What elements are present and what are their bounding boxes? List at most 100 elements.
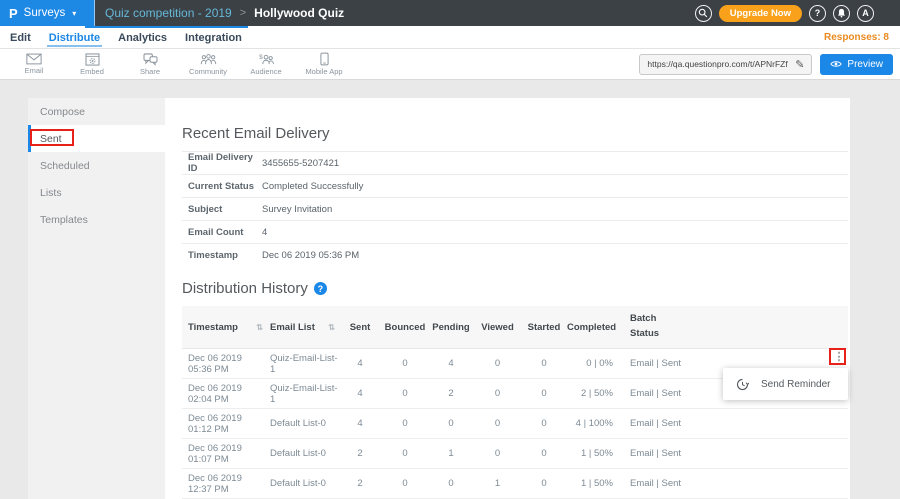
distribute-sidebar: Compose Sent Scheduled Lists Templates xyxy=(28,98,165,499)
channel-email-button[interactable]: Email xyxy=(5,52,63,76)
cell-pending: 1 xyxy=(428,448,474,459)
cell-pending: 0 xyxy=(428,478,474,489)
cell-bounced: 0 xyxy=(382,478,428,489)
cell-viewed: 0 xyxy=(474,448,521,459)
tab-edit[interactable]: Edit xyxy=(8,28,33,47)
preview-button[interactable]: Preview xyxy=(820,54,893,75)
cell-sent: 2 xyxy=(338,448,382,459)
survey-url-box: ✎ xyxy=(639,54,812,75)
recent-delivery-title: Recent Email Delivery xyxy=(182,98,850,142)
row-actions-popup[interactable]: Send Reminder xyxy=(723,368,848,400)
info-value: Completed Successfully xyxy=(262,181,363,192)
tab-analytics[interactable]: Analytics xyxy=(116,28,169,47)
product-label: Surveys xyxy=(24,7,66,19)
cell-sent: 4 xyxy=(338,388,382,399)
channel-embed-button[interactable]: Embed xyxy=(63,52,121,76)
product-switcher[interactable]: P Surveys ▾ xyxy=(0,0,95,26)
sort-icon[interactable]: ⇅ xyxy=(256,323,266,332)
column-header-viewed: Viewed xyxy=(474,322,521,333)
survey-url-input[interactable] xyxy=(640,59,792,69)
tab-distribute[interactable]: Distribute xyxy=(47,28,102,47)
info-label: Subject xyxy=(182,204,262,215)
cell-completed: 0 | 0% xyxy=(567,358,625,369)
notifications-button[interactable] xyxy=(833,5,850,22)
table-row: Dec 06 2019 12:37 PM Default List-0 2 0 … xyxy=(182,469,848,499)
info-label: Timestamp xyxy=(182,250,262,261)
cell-viewed: 1 xyxy=(474,478,521,489)
cell-email-list: Default List-0 xyxy=(266,448,338,459)
cell-completed: 2 | 50% xyxy=(567,388,625,399)
cell-batch-status: Email | Sent xyxy=(625,478,820,489)
edit-url-icon[interactable]: ✎ xyxy=(792,58,811,71)
column-header-started: Started xyxy=(521,322,567,333)
recent-delivery-table: Email Delivery ID 3455655-5207421 Curren… xyxy=(182,151,848,266)
row-actions-menu-icon[interactable]: ⋮ xyxy=(832,350,846,365)
cell-timestamp: Dec 06 2019 01:07 PM xyxy=(182,443,266,465)
help-icon[interactable]: ? xyxy=(314,282,327,295)
info-row: Email Count 4 xyxy=(182,220,848,243)
sidebar-item-compose[interactable]: Compose xyxy=(28,98,165,125)
cell-pending: 0 xyxy=(428,418,474,429)
channel-label: Mobile App xyxy=(305,67,342,76)
sidebar-item-scheduled[interactable]: Scheduled xyxy=(28,152,165,179)
cell-email-list: Quiz-Email-List-1 xyxy=(266,383,338,405)
cell-sent: 4 xyxy=(338,358,382,369)
email-icon xyxy=(26,53,42,65)
nav-tabs: Edit Distribute Analytics Integration xyxy=(0,28,244,47)
cell-timestamp: Dec 06 2019 12:37 PM xyxy=(182,473,266,495)
mobile-app-icon xyxy=(320,52,329,66)
cell-started: 0 xyxy=(521,388,567,399)
info-value: Dec 06 2019 05:36 PM xyxy=(262,250,359,261)
toolbar-right: ✎ Preview xyxy=(639,54,893,75)
cell-pending: 2 xyxy=(428,388,474,399)
info-value: 4 xyxy=(262,227,267,238)
survey-nav: Edit Distribute Analytics Integration Re… xyxy=(0,26,900,49)
cell-completed: 4 | 100% xyxy=(567,418,625,429)
responses-count-link[interactable]: Responses: 8 xyxy=(824,32,889,43)
tab-integration[interactable]: Integration xyxy=(183,28,244,47)
sidebar-item-templates[interactable]: Templates xyxy=(28,206,165,233)
chevron-down-icon: ▾ xyxy=(72,9,76,18)
topbar-actions: Upgrade Now ? A xyxy=(695,5,874,22)
info-value: Survey Invitation xyxy=(262,204,332,215)
preview-label: Preview xyxy=(847,59,883,70)
breadcrumb: Quiz competition - 2019 > Hollywood Quiz xyxy=(105,6,344,20)
cell-bounced: 0 xyxy=(382,418,428,429)
sidebar-item-lists[interactable]: Lists xyxy=(28,179,165,206)
channel-mobile-app-button[interactable]: Mobile App xyxy=(295,52,353,76)
column-header-completed: Completed xyxy=(567,322,625,333)
info-row: Subject Survey Invitation xyxy=(182,197,848,220)
channel-label: Email xyxy=(25,66,44,75)
cell-bounced: 0 xyxy=(382,448,428,459)
distribution-history-table: Timestamp ⇅ Email List ⇅ Sent Bounced Pe… xyxy=(182,306,848,499)
cell-email-list: Quiz-Email-List-1 xyxy=(266,353,338,375)
account-avatar[interactable]: A xyxy=(857,5,874,22)
column-header-sent: Sent xyxy=(338,322,382,333)
bell-icon xyxy=(837,8,846,18)
main-content: Recent Email Delivery Email Delivery ID … xyxy=(165,98,850,499)
search-button[interactable] xyxy=(695,5,712,22)
channel-label: Share xyxy=(140,67,160,76)
channel-community-button[interactable]: Community xyxy=(179,52,237,76)
column-header-timestamp[interactable]: Timestamp ⇅ xyxy=(182,322,266,333)
breadcrumb-folder[interactable]: Quiz competition - 2019 xyxy=(105,6,232,20)
channel-audience-button[interactable]: $ Audience xyxy=(237,52,295,76)
channel-buttons: Email Embed Share xyxy=(0,52,353,76)
sidebar-item-sent[interactable]: Sent xyxy=(28,125,165,152)
upgrade-now-button[interactable]: Upgrade Now xyxy=(719,5,802,22)
cell-started: 0 xyxy=(521,478,567,489)
cell-batch-status: Email | Sent xyxy=(625,418,820,429)
column-header-email-list[interactable]: Email List ⇅ xyxy=(266,322,338,333)
cell-timestamp: Dec 06 2019 02:04 PM xyxy=(182,383,266,405)
channel-share-button[interactable]: Share xyxy=(121,52,179,76)
channel-label: Audience xyxy=(250,67,281,76)
cell-email-list: Default List-0 xyxy=(266,478,338,489)
help-button[interactable]: ? xyxy=(809,5,826,22)
info-label: Email Count xyxy=(182,227,262,238)
channel-label: Community xyxy=(189,67,227,76)
cell-sent: 4 xyxy=(338,418,382,429)
breadcrumb-survey-name: Hollywood Quiz xyxy=(254,6,344,20)
sort-icon[interactable]: ⇅ xyxy=(328,323,338,332)
channel-label: Embed xyxy=(80,67,104,76)
progress-bar xyxy=(85,26,248,28)
